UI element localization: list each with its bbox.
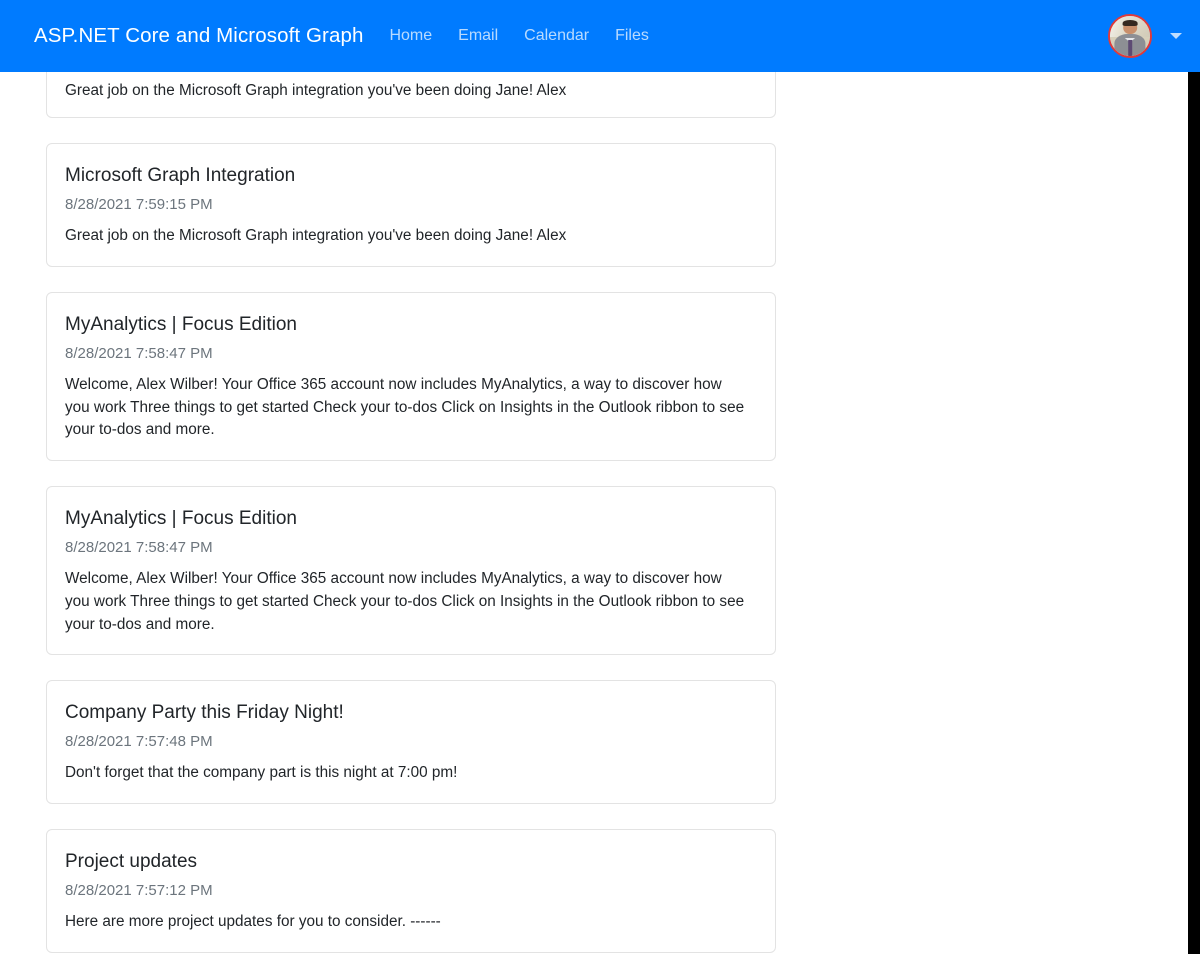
nav-link-calendar[interactable]: Calendar xyxy=(524,27,589,45)
navbar-user-area xyxy=(1108,0,1200,72)
message-date: 8/28/2021 7:59:15 PM xyxy=(65,195,213,213)
nav-link-home[interactable]: Home xyxy=(389,27,432,45)
message-title: MyAnalytics | Focus Edition xyxy=(65,313,297,335)
nav-link-email[interactable]: Email xyxy=(458,27,498,45)
message-date: 8/28/2021 7:57:12 PM xyxy=(65,881,213,899)
message-date: 8/28/2021 7:57:48 PM xyxy=(65,732,213,750)
message-body: Here are more project updates for you to… xyxy=(65,913,441,931)
navbar-links: Home Email Calendar Files xyxy=(389,27,648,45)
top-navbar: ASP.NET Core and Microsoft Graph Home Em… xyxy=(0,0,1200,72)
message-body: Great job on the Microsoft Graph integra… xyxy=(65,227,567,245)
message-card[interactable]: MyAnalytics | Focus Edition 8/28/2021 7:… xyxy=(46,486,776,656)
message-body: Don't forget that the company part is th… xyxy=(65,764,458,782)
page-content: Great job on the Microsoft Graph integra… xyxy=(0,72,1188,954)
avatar-photo-hair xyxy=(1122,19,1138,26)
vertical-scrollbar[interactable] xyxy=(1188,72,1200,954)
avatar[interactable] xyxy=(1108,14,1152,58)
message-card[interactable]: Project updates 8/28/2021 7:57:12 PM Her… xyxy=(46,829,776,953)
message-title: MyAnalytics | Focus Edition xyxy=(65,508,297,529)
message-date: 8/28/2021 7:58:47 PM xyxy=(65,538,213,556)
chevron-down-icon[interactable] xyxy=(1170,33,1182,39)
message-body: Welcome, Alex Wilber! Your Office 365 ac… xyxy=(65,376,745,439)
navbar-brand[interactable]: ASP.NET Core and Microsoft Graph xyxy=(34,24,363,48)
message-body: Great job on the Microsoft Graph integra… xyxy=(65,82,567,99)
avatar-photo-tie xyxy=(1128,40,1132,56)
message-list: Great job on the Microsoft Graph integra… xyxy=(0,72,1188,953)
message-date: 8/28/2021 7:58:47 PM xyxy=(65,344,213,362)
message-card[interactable]: MyAnalytics | Focus Edition 8/28/2021 7:… xyxy=(46,291,776,461)
message-card[interactable]: Microsoft Graph Integration 8/28/2021 7:… xyxy=(46,143,776,267)
nav-link-files[interactable]: Files xyxy=(615,27,649,45)
message-title: Project updates xyxy=(65,851,198,872)
message-title: Microsoft Graph Integration xyxy=(65,165,296,186)
message-title: Company Party this Friday Night! xyxy=(65,702,344,724)
message-card[interactable]: Great job on the Microsoft Graph integra… xyxy=(46,72,776,118)
message-card[interactable]: Company Party this Friday Night! 8/28/20… xyxy=(46,680,776,804)
message-body: Welcome, Alex Wilber! Your Office 365 ac… xyxy=(65,570,745,633)
